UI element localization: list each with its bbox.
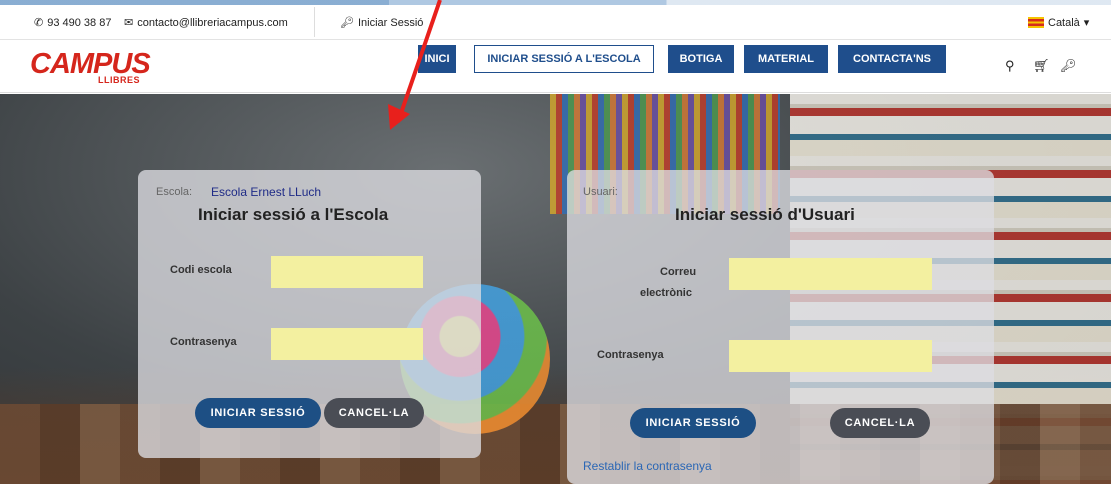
- key-icon[interactable]: 🔑︎: [1060, 58, 1077, 74]
- campus-logo[interactable]: CAMPUS LLIBRES: [30, 48, 151, 86]
- envelope-icon: ✉: [124, 17, 134, 29]
- school-cancel-button[interactable]: CANCEL·LA: [324, 398, 424, 428]
- user-password-input[interactable]: [729, 340, 932, 372]
- search-icon[interactable]: ⚲: [1005, 58, 1015, 74]
- phone-contact[interactable]: ✆ 93 490 38 87: [34, 16, 112, 30]
- top-stripe: [0, 0, 1111, 5]
- user-cancel-button[interactable]: CANCEL·LA: [830, 408, 930, 438]
- language-label: Català: [1048, 16, 1080, 29]
- nav-botiga[interactable]: BOTIGA: [668, 45, 734, 73]
- main-navbar: CAMPUS LLIBRES INICI INICIAR SESSIÓ A L'…: [0, 40, 1111, 93]
- school-code-input[interactable]: [271, 256, 423, 288]
- hero-background: Escola: Escola Ernest LLuch Iniciar sess…: [0, 94, 1111, 484]
- reset-password-link[interactable]: Restablir la contrasenya: [583, 459, 712, 473]
- nav-school-login[interactable]: INICIAR SESSIÓ A L'ESCOLA: [474, 45, 654, 73]
- red-arrow-annotation: [388, 0, 442, 130]
- user-label: Usuari:: [583, 186, 618, 198]
- email-address: contacto@llibreriacampus.com: [137, 16, 288, 29]
- email-label-line2: electrònic: [640, 287, 692, 299]
- language-selector[interactable]: Català ▾: [1028, 16, 1089, 29]
- catalan-flag-icon: [1028, 17, 1044, 28]
- top-info-bar: ✆ 93 490 38 87 ✉ contacto@llibreriacampu…: [0, 0, 1111, 40]
- school-name: Escola Ernest LLuch: [211, 185, 322, 199]
- school-login-button[interactable]: INICIAR SESSIÓ: [195, 398, 321, 428]
- school-login-title: Iniciar sessió a l'Escola: [198, 205, 389, 224]
- school-label: Escola:: [156, 186, 193, 198]
- nav-contact[interactable]: CONTACTA'NS: [838, 45, 946, 73]
- school-login-panel: Escola: Escola Ernest LLuch Iniciar sess…: [138, 170, 481, 458]
- email-contact[interactable]: ✉ contacto@llibreriacampus.com: [124, 16, 288, 30]
- user-login-button[interactable]: INICIAR SESSIÓ: [630, 408, 756, 438]
- user-email-input[interactable]: [729, 258, 932, 290]
- user-password-label: Contrasenya: [597, 349, 664, 361]
- divider: [314, 7, 315, 37]
- logo-sub: LLIBRES: [98, 75, 141, 85]
- school-password-label: Contrasenya: [170, 336, 237, 348]
- email-label-line1: Correu: [660, 266, 697, 278]
- nav-material[interactable]: MATERIAL: [744, 45, 828, 73]
- cart-icon[interactable]: 🛒︎: [1033, 58, 1050, 74]
- user-login-panel: Usuari: Iniciar sessió d'Usuari Correu e…: [567, 170, 994, 484]
- school-code-label: Codi escola: [170, 264, 232, 276]
- school-password-input[interactable]: [271, 328, 423, 360]
- logo-main: CAMPUS: [30, 48, 151, 80]
- key-icon: 🔑︎: [340, 17, 354, 29]
- user-login-title: Iniciar sessió d'Usuari: [675, 205, 855, 224]
- phone-icon: ✆: [34, 17, 44, 29]
- chevron-down-icon: ▾: [1083, 17, 1090, 29]
- phone-number: 93 490 38 87: [47, 16, 112, 29]
